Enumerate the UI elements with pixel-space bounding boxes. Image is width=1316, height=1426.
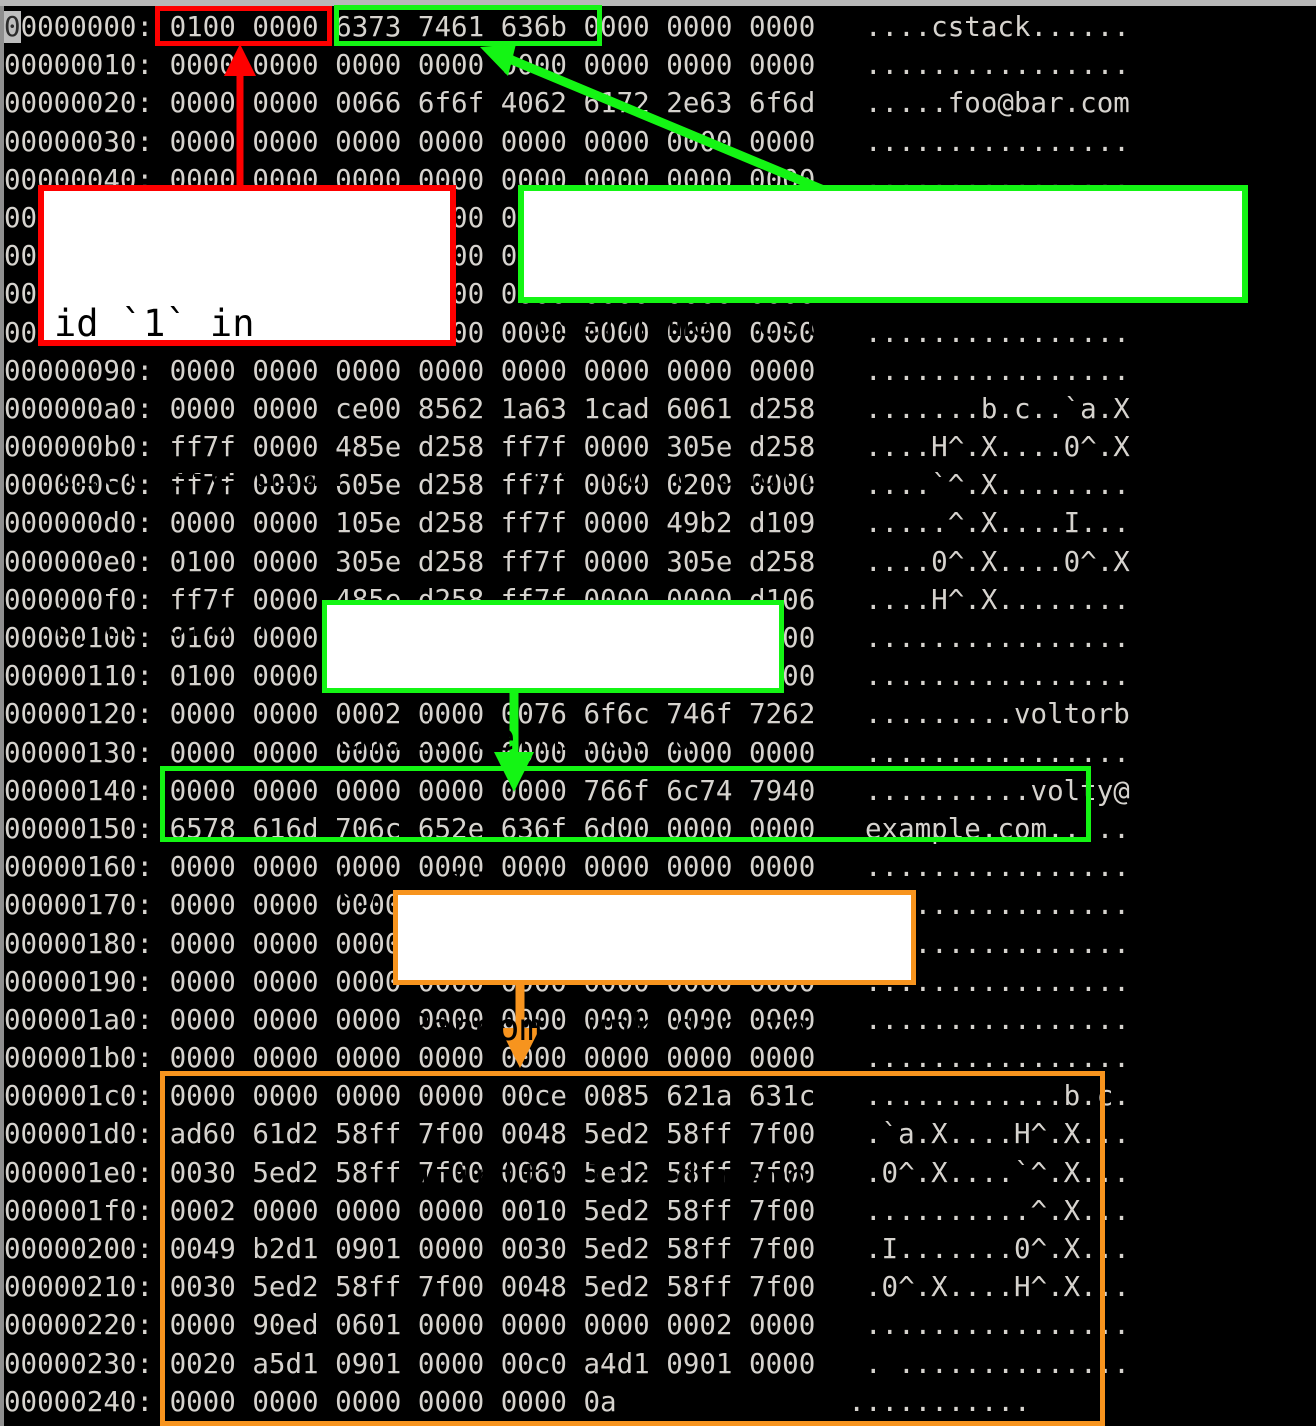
- hexdump-gap: [815, 11, 865, 43]
- hexdump-offset: 000001a0:: [4, 1003, 154, 1036]
- hexdump-ascii: ................: [864, 1042, 1130, 1075]
- callout-random-junk: Random junk due to uninitialized memory: [393, 890, 916, 1199]
- hexdump-bytes: 0000 0000 0000 0000 0000 0000 0000 0000: [153, 49, 816, 82]
- hexdump-ascii: example.com.....: [864, 812, 1130, 845]
- hexdump-ascii: .`a.X....H^.X...: [864, 1118, 1130, 1151]
- hexdump-ascii: .0^.X....`^.X...: [864, 1156, 1130, 1189]
- hexdump-offset: 000001b0:: [4, 1042, 154, 1075]
- hexdump-offset: 00000240:: [4, 1385, 154, 1418]
- hexdump-gap: [815, 813, 865, 845]
- hexdump-offset: 00000210:: [4, 1271, 154, 1304]
- hexdump-gap: [815, 126, 865, 158]
- hexdump-gap: [815, 49, 865, 81]
- hexdump-offset: 00000150:: [4, 812, 154, 845]
- hexdump-row: 00000030: 0000 0000 0000 0000 0000 0000 …: [4, 123, 1316, 161]
- hexdump-gap: [815, 851, 865, 883]
- hexdump-bytes: 0000 0000 0000 0000 0000 0000 0000 0000: [153, 125, 816, 158]
- hexdump-bytes: 0000 0000 0000 0000 0000 0a: [153, 1385, 617, 1418]
- hexdump-ascii: ................: [864, 1003, 1130, 1036]
- hexdump-row: 00000220: 0000 90ed 0601 0000 0000 0000 …: [4, 1306, 1316, 1344]
- hexdump-offset: 00000030:: [4, 125, 154, 158]
- hexdump-ascii: ................: [864, 125, 1130, 158]
- hexdump-offset: 00000220:: [4, 1309, 154, 1342]
- callout-junk-line-1: Random junk due to: [408, 1006, 809, 1049]
- hexdump-ascii: .....foo@bar.com: [864, 87, 1130, 120]
- hexdump-row: 00000240: 0000 0000 0000 0000 0000 0a ..…: [4, 1383, 1316, 1421]
- hexdump-row: 00000000: 0100 0000 6373 7461 636b 0000 …: [4, 8, 1316, 46]
- hexdump-bytes: 0000 90ed 0601 0000 0000 0000 0002 0000: [153, 1309, 816, 1342]
- hexdump-bytes: 0100 0000 6373 7461 636b 0000 0000 0000: [153, 11, 816, 43]
- callout-id-little-endian: id `1` in little-endian byte order: [38, 185, 456, 645]
- hexdump-gap: [815, 1348, 865, 1380]
- hexdump-gap: [815, 698, 865, 730]
- hexdump-bytes: 0020 a5d1 0901 0000 00c0 a4d1 0901 0000: [153, 1347, 816, 1380]
- hexdump-ascii: .0^.X....H^.X...: [864, 1271, 1130, 1304]
- hexdump-screenshot: 00000000: 0100 0000 6373 7461 636b 0000 …: [0, 0, 1316, 1426]
- hexdump-ascii: .I.......0^.X...: [864, 1233, 1130, 1265]
- hexdump-offset: 00000020:: [4, 87, 154, 120]
- hexdump-ascii: . ..............: [864, 1347, 1130, 1380]
- hexdump-offset: 000001c0:: [4, 1080, 154, 1113]
- hexdump-ascii: ...........: [848, 1385, 1031, 1418]
- callout-junk-line-2: uninitialized memory: [408, 1156, 854, 1199]
- hexdump-gap: [815, 87, 865, 119]
- hexdump-row: 00000010: 0000 0000 0000 0000 0000 0000 …: [4, 46, 1316, 84]
- hexdump-gap: [815, 775, 865, 807]
- hexdump-ascii: ..........^.X...: [864, 1194, 1130, 1227]
- hexdump-offset: 00000200:: [4, 1233, 154, 1265]
- callout-username-line-1: username `cstack` terminated: [534, 302, 1158, 345]
- hexdump-row: 00000020: 0000 0000 0066 6f6f 4062 6172 …: [4, 84, 1316, 122]
- hexdump-offset: 00000180:: [4, 927, 154, 960]
- hexdump-ascii: ................: [864, 660, 1130, 693]
- hexdump-ascii: ................: [864, 851, 1130, 884]
- hexdump-ascii: ..........volty@: [864, 774, 1130, 807]
- hexdump-offset: 000001e0:: [4, 1156, 154, 1189]
- hexdump-bytes: 0000 0000 0066 6f6f 4062 6172 2e63 6f6d: [153, 87, 816, 120]
- hexdump-offset: 00000170:: [4, 889, 154, 922]
- hexdump-offset: 00000010:: [4, 49, 154, 82]
- hexdump-offset: 00000140:: [4, 774, 154, 807]
- hexdump-ascii: ............b.c.: [864, 1080, 1130, 1113]
- callout-username-line-2: by null character: [534, 452, 913, 495]
- hexdump-offset: 00000160:: [4, 851, 154, 884]
- callout-email-null-terminated: email terminated by null character: [322, 600, 784, 909]
- hexdump-ascii: ................: [864, 622, 1130, 654]
- callout-id-line-2: little-endian: [54, 452, 344, 495]
- hexdump-offset: 00000230:: [4, 1347, 154, 1380]
- hexdump-ascii: ................: [864, 736, 1130, 769]
- hexdump-gap: [815, 622, 865, 654]
- hexdump-ascii: ....cstack......: [864, 11, 1130, 43]
- terminal-cursor: 0: [4, 11, 21, 43]
- callout-username-null-terminated: username `cstack` terminated by null cha…: [518, 185, 1248, 495]
- hexdump-offset: 00000190:: [4, 965, 154, 998]
- hexdump-offset: 00000000:: [4, 11, 154, 43]
- hexdump-row: 00000230: 0020 a5d1 0901 0000 00c0 a4d1 …: [4, 1345, 1316, 1383]
- callout-id-line-1: id `1` in: [54, 302, 255, 345]
- hexdump-offset: 000001f0:: [4, 1194, 154, 1227]
- hexdump-gap: [815, 660, 865, 692]
- hexdump-gap: [815, 1309, 865, 1341]
- hexdump-ascii: .........voltorb: [864, 698, 1130, 731]
- hexdump-gap: [617, 1386, 849, 1418]
- hexdump-ascii: ................: [864, 1309, 1130, 1342]
- hexdump-ascii: ................: [864, 49, 1130, 82]
- callout-email-line-1: email terminated: [337, 716, 694, 759]
- hexdump-offset: 000001d0:: [4, 1118, 154, 1151]
- hexdump-gap: [815, 737, 865, 769]
